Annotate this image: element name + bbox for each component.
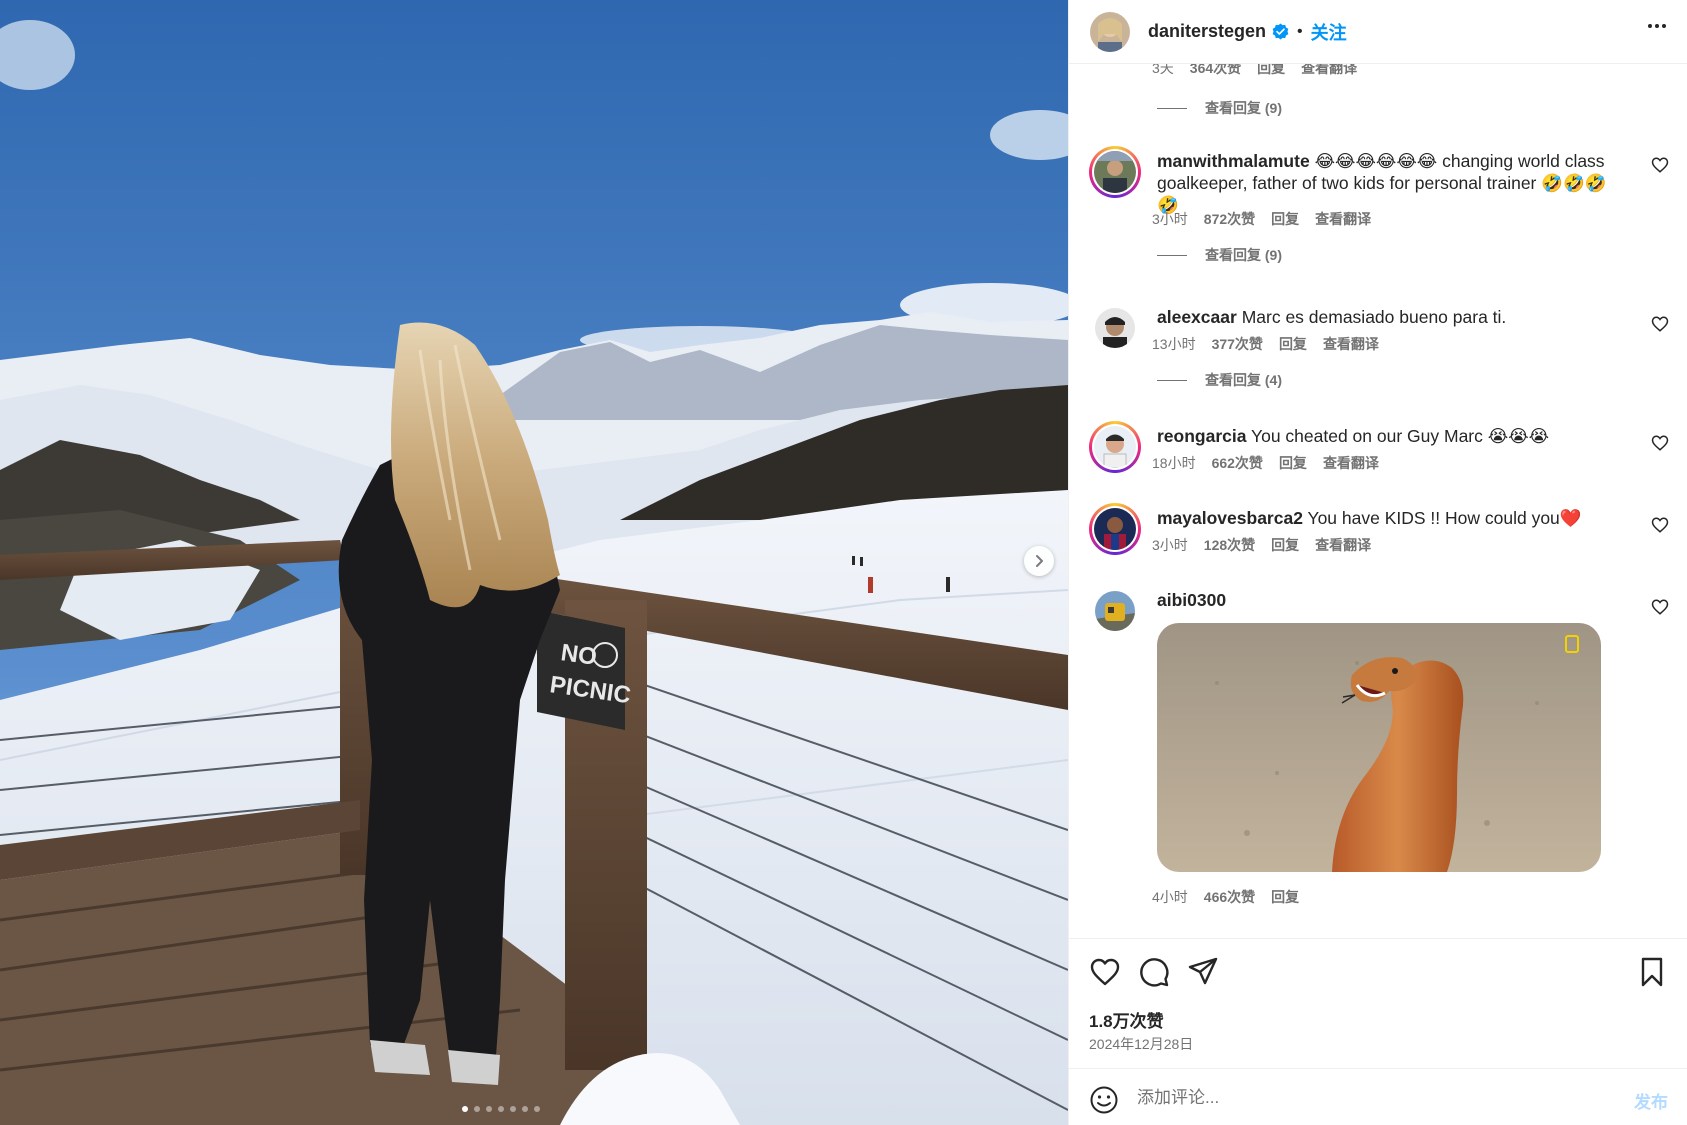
commenter-avatar[interactable] [1089, 421, 1141, 473]
see-translation-button[interactable]: 查看翻译 [1315, 535, 1371, 555]
comment-username[interactable]: aibi0300 [1157, 590, 1226, 610]
post-media[interactable]: NO PICNIC [0, 0, 1068, 1125]
comment-text: manwithmalamute 😂😂😂😂😂😂 changing world cl… [1157, 150, 1627, 216]
see-translation-button[interactable]: 查看翻译 [1315, 209, 1371, 229]
comment-item: aibi0300 4小时 466次赞 回复 [1089, 585, 1669, 905]
post-date: 2024年12月28日 [1089, 1036, 1194, 1052]
follow-button[interactable]: 关注 [1311, 19, 1347, 45]
reply-button[interactable]: 回复 [1279, 334, 1307, 354]
view-replies-button[interactable]: 查看回复 (9) [1157, 245, 1282, 265]
comment-gif[interactable] [1157, 623, 1601, 872]
comment-item: aleexcaar Marc es demasiado bueno para t… [1089, 302, 1669, 362]
comment-composer: 发布 [1069, 1068, 1687, 1125]
comment-item: mayalovesbarca2 You have KIDS !! How cou… [1089, 503, 1669, 563]
commenter-avatar[interactable] [1089, 585, 1141, 637]
comment-username[interactable]: aleexcaar [1157, 307, 1237, 327]
view-replies-button[interactable]: 查看回复 (4) [1157, 370, 1282, 390]
reply-button[interactable]: 回复 [1257, 64, 1285, 78]
carousel-indicator [462, 1106, 540, 1112]
chevron-right-icon [1036, 555, 1043, 567]
carousel-dot [522, 1106, 528, 1112]
comment-meta: 18小时 662次赞 回复 查看翻译 [1152, 453, 1379, 473]
likes-count[interactable]: 1.8万次赞 [1089, 1007, 1164, 1032]
comment-meta: 4小时 466次赞 回复 [1152, 887, 1299, 907]
header-separator: • [1297, 22, 1303, 40]
comment-like-icon[interactable] [1651, 315, 1669, 333]
comment-time: 18小时 [1152, 455, 1196, 471]
comment-text: aleexcaar Marc es demasiado bueno para t… [1157, 306, 1627, 328]
carousel-dot [510, 1106, 516, 1112]
reply-button[interactable]: 回复 [1271, 535, 1299, 555]
comment-meta: 13小时 377次赞 回复 查看翻译 [1152, 334, 1379, 354]
carousel-dot [498, 1106, 504, 1112]
more-horizontal-icon [1648, 24, 1652, 28]
comments-list[interactable]: 3天 364次赞 回复 查看翻译 查看回复 (9) manwithmalamut… [1069, 64, 1687, 938]
comment-username[interactable]: manwithmalamute [1157, 151, 1310, 171]
carousel-dot [486, 1106, 492, 1112]
post-side-panel: daniterstegen • 关注 3天 364次赞 回复 查看翻译 查看回复… [1068, 0, 1687, 1125]
send-icon[interactable] [1187, 956, 1219, 988]
comment-body: You have KIDS !! How could you❤️ [1307, 508, 1582, 528]
comment-like-icon[interactable] [1651, 516, 1669, 534]
comment-body: You cheated on our Guy Marc 😭😭😭 [1251, 426, 1550, 446]
comment-item: reongarcia You cheated on our Guy Marc 😭… [1089, 421, 1669, 481]
comment-likes[interactable]: 662次赞 [1212, 453, 1263, 473]
comment-text: mayalovesbarca2 You have KIDS !! How cou… [1157, 507, 1627, 529]
comment-likes[interactable]: 128次赞 [1204, 535, 1255, 555]
gif-badge-icon [1565, 635, 1579, 653]
post-comment-button[interactable]: 发布 [1634, 1088, 1668, 1113]
post-actions: 1.8万次赞 2024年12月28日 [1069, 938, 1687, 1068]
comment-time: 4小时 [1152, 889, 1188, 905]
comment-body: Marc es demasiado bueno para ti. [1241, 307, 1507, 327]
carousel-dot [474, 1106, 480, 1112]
comment-time: 3小时 [1152, 211, 1188, 227]
emoji-icon[interactable] [1089, 1085, 1119, 1115]
carousel-next-button[interactable] [1024, 546, 1054, 576]
see-translation-button[interactable]: 查看翻译 [1323, 453, 1379, 473]
comment-like-icon[interactable] [1651, 598, 1669, 616]
comment-username[interactable]: mayalovesbarca2 [1157, 508, 1303, 528]
carousel-dot [462, 1106, 468, 1112]
comment-time: 3小时 [1152, 537, 1188, 553]
comment-meta: 3小时 872次赞 回复 查看翻译 [1152, 209, 1371, 229]
see-translation-button[interactable]: 查看翻译 [1323, 334, 1379, 354]
comment-likes[interactable]: 377次赞 [1212, 334, 1263, 354]
reply-button[interactable]: 回复 [1271, 209, 1299, 229]
post-photo: NO PICNIC [0, 0, 1068, 1125]
comment-icon[interactable] [1138, 956, 1170, 988]
post-header: daniterstegen • 关注 [1069, 0, 1687, 64]
comment-time: 3天 [1152, 64, 1174, 76]
comment-input[interactable] [1137, 1082, 1597, 1114]
comment-text: reongarcia You cheated on our Guy Marc 😭… [1157, 425, 1627, 447]
comment-likes[interactable]: 466次赞 [1204, 887, 1255, 907]
comment-item: manwithmalamute 😂😂😂😂😂😂 changing world cl… [1089, 146, 1669, 236]
comment-likes[interactable]: 364次赞 [1190, 64, 1241, 78]
comment-like-icon[interactable] [1651, 434, 1669, 452]
author-avatar[interactable] [1090, 11, 1130, 52]
comment-text: aibi0300 [1157, 589, 1627, 611]
heart-icon[interactable] [1089, 956, 1121, 988]
bookmark-icon[interactable] [1636, 956, 1668, 988]
comment-time: 13小时 [1152, 336, 1196, 352]
commenter-avatar[interactable] [1089, 302, 1141, 354]
verified-badge-icon [1272, 23, 1289, 40]
comment-username[interactable]: reongarcia [1157, 426, 1246, 446]
comment-meta: 3小时 128次赞 回复 查看翻译 [1152, 535, 1371, 555]
commenter-avatar[interactable] [1089, 146, 1141, 198]
view-replies-label: 查看回复 (9) [1205, 247, 1282, 263]
more-options-button[interactable] [1646, 18, 1668, 34]
comment-meta: 3天 364次赞 回复 查看翻译 [1152, 64, 1357, 78]
view-replies-button[interactable]: 查看回复 (9) [1157, 98, 1282, 118]
comment-like-icon[interactable] [1651, 156, 1669, 174]
see-translation-button[interactable]: 查看翻译 [1301, 64, 1357, 78]
reply-button[interactable]: 回复 [1271, 887, 1299, 907]
carousel-dot [534, 1106, 540, 1112]
comment-likes[interactable]: 872次赞 [1204, 209, 1255, 229]
reply-button[interactable]: 回复 [1279, 453, 1307, 473]
view-replies-label: 查看回复 (9) [1205, 100, 1282, 116]
commenter-avatar[interactable] [1089, 503, 1141, 555]
view-replies-label: 查看回复 (4) [1205, 372, 1282, 388]
author-username[interactable]: daniterstegen [1148, 21, 1266, 42]
